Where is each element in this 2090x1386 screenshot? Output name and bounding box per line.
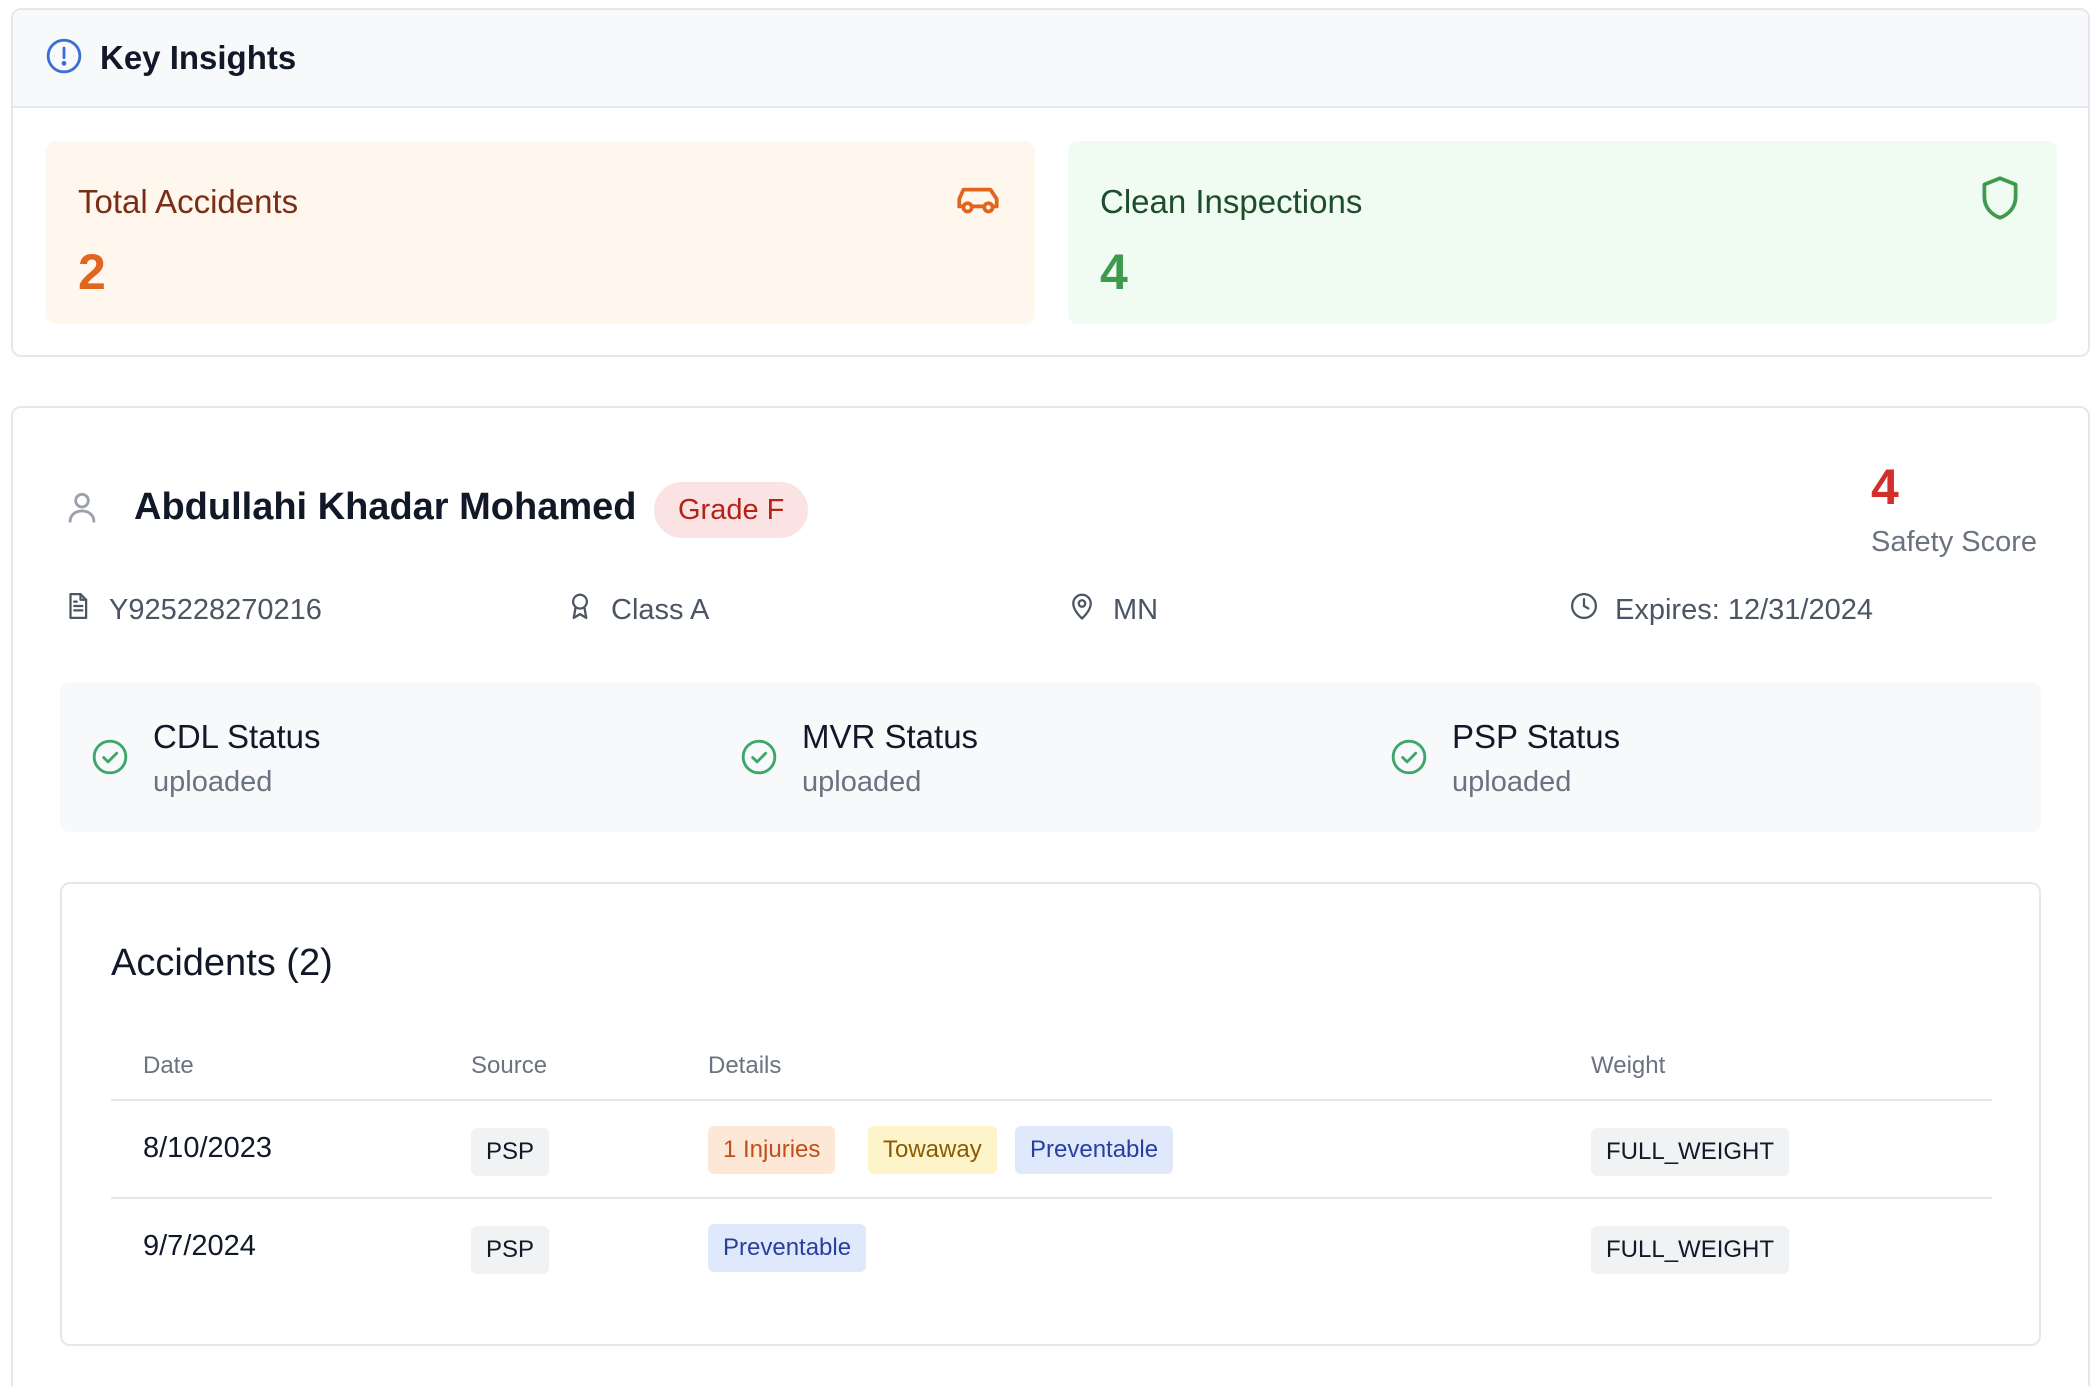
shield-icon — [1975, 173, 2025, 223]
key-insights-panel: Key Insights Total Accidents 2 Clean Ins… — [11, 8, 2090, 357]
mvr-status: MVR Status uploaded — [740, 718, 978, 799]
check-circle-icon — [91, 718, 153, 799]
user-icon — [63, 488, 101, 526]
license-number: Y925228270216 — [63, 591, 322, 629]
clean-inspections-label: Clean Inspections — [1100, 183, 1363, 220]
car-icon — [953, 173, 1003, 223]
cdl-status-value: uploaded — [153, 766, 273, 798]
column-header-date: Date — [143, 1052, 194, 1079]
safety-score-value: 4 — [1871, 459, 1899, 515]
map-pin-icon — [1067, 591, 1113, 629]
license-expiry-text: Expires: 12/31/2024 — [1615, 593, 1873, 626]
safety-score-label: Safety Score — [1871, 526, 2038, 558]
document-status-strip: CDL Status uploaded MVR Status uploaded — [60, 682, 2041, 832]
driver-card: Abdullahi Khadar Mohamed Grade F 4 Safet… — [11, 406, 2090, 1386]
injuries-tag: 1 Injuries — [708, 1126, 836, 1174]
license-expiry: Expires: 12/31/2024 — [1569, 591, 1873, 629]
column-header-details: Details — [708, 1052, 782, 1079]
award-icon — [565, 591, 611, 629]
preventable-tag: Preventable — [708, 1224, 867, 1272]
accident-date: 8/10/2023 — [143, 1132, 273, 1164]
check-circle-icon — [740, 718, 802, 799]
weight-chip: FULL_WEIGHT — [1591, 1128, 1790, 1176]
cdl-status: CDL Status uploaded — [91, 718, 321, 799]
driver-name: Abdullahi Khadar Mohamed — [134, 486, 637, 528]
key-insights-header: Key Insights — [13, 10, 2088, 108]
total-accidents-label: Total Accidents — [78, 183, 299, 220]
license-class-text: Class A — [611, 593, 710, 626]
preventable-tag: Preventable — [1015, 1126, 1174, 1174]
source-chip: PSP — [471, 1128, 550, 1176]
table-row: 9/7/2024 PSP Preventable FULL_WEIGHT — [111, 1197, 1992, 1295]
key-insights-title: Key Insights — [100, 39, 297, 76]
clean-inspections-card: Clean Inspections 4 — [1068, 141, 2057, 324]
psp-status: PSP Status uploaded — [1390, 718, 1620, 799]
column-header-weight: Weight — [1591, 1052, 1666, 1079]
document-icon — [63, 591, 109, 629]
mvr-status-title: MVR Status — [802, 718, 979, 755]
accident-date: 9/7/2024 — [143, 1230, 256, 1262]
psp-status-value: uploaded — [1452, 766, 1572, 798]
clock-icon — [1569, 591, 1615, 629]
license-state-text: MN — [1113, 593, 1159, 626]
towaway-tag: Towaway — [868, 1126, 997, 1174]
source-chip: PSP — [471, 1226, 550, 1274]
license-class: Class A — [565, 591, 709, 629]
check-circle-icon — [1390, 718, 1452, 799]
cdl-status-title: CDL Status — [153, 718, 321, 755]
total-accidents-value: 2 — [78, 244, 106, 300]
weight-chip: FULL_WEIGHT — [1591, 1226, 1790, 1274]
info-icon — [45, 37, 83, 80]
total-accidents-card: Total Accidents 2 — [46, 141, 1035, 324]
license-state: MN — [1067, 591, 1158, 629]
grade-badge: Grade F — [654, 482, 809, 538]
table-row: 8/10/2023 PSP 1 Injuries Towaway Prevent… — [111, 1099, 1992, 1197]
license-number-text: Y925228270216 — [109, 593, 322, 626]
accidents-title: Accidents (2) — [111, 942, 333, 984]
column-header-source: Source — [471, 1052, 548, 1079]
clean-inspections-value: 4 — [1100, 244, 1128, 300]
mvr-status-value: uploaded — [802, 766, 922, 798]
accidents-table-card: Accidents (2) Date Source Details Weight… — [60, 882, 2041, 1346]
psp-status-title: PSP Status — [1452, 718, 1621, 755]
